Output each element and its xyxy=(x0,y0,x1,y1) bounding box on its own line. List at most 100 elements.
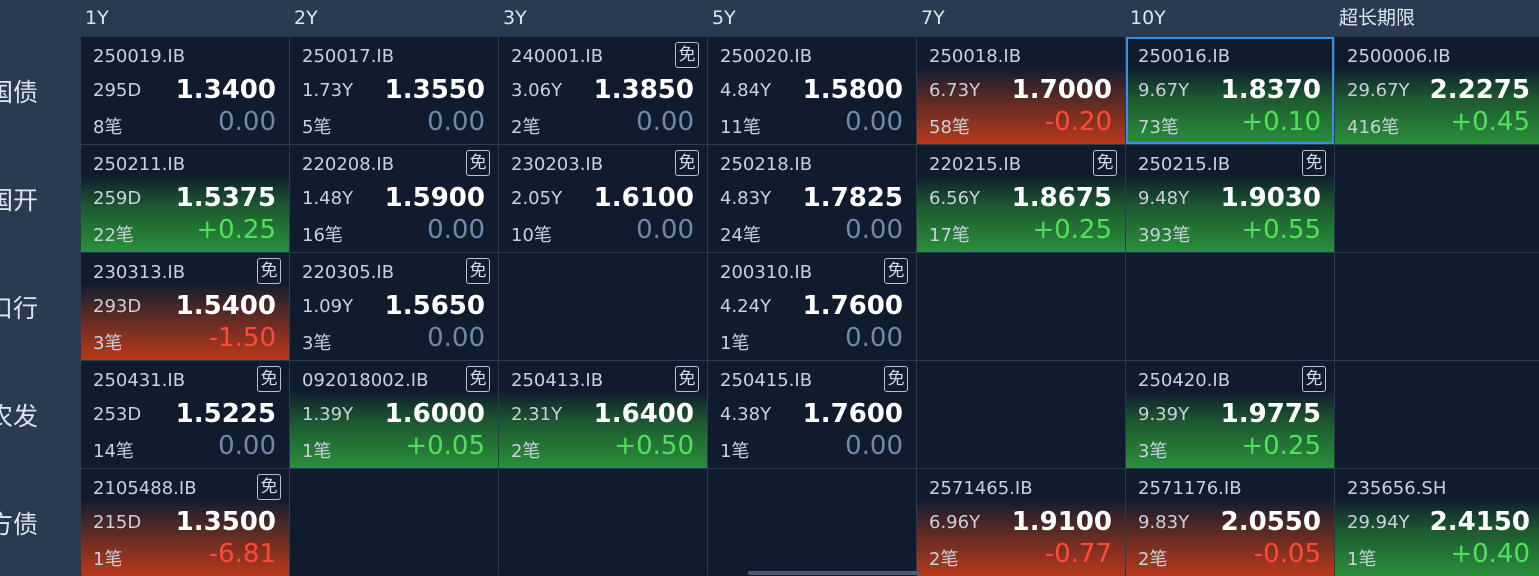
trade-count: 1笔 xyxy=(1347,549,1377,570)
empty-cell xyxy=(499,469,707,576)
bond-code: 200310.IB xyxy=(720,262,813,283)
yield-value: 1.5900 xyxy=(384,183,485,213)
remaining-tenor: 4.84Y xyxy=(720,80,772,101)
remaining-tenor: 9.48Y xyxy=(1138,188,1190,209)
trade-count: 10笔 xyxy=(511,225,552,246)
quote-cell[interactable]: 220215.IB 免 6.56Y 1.8675 17笔 +0.25 xyxy=(917,145,1125,252)
remaining-tenor: 295D xyxy=(93,80,142,101)
remaining-tenor: 9.39Y xyxy=(1138,404,1190,425)
yield-change: +0.45 xyxy=(1450,107,1530,137)
column-header-10Y[interactable]: 10Y xyxy=(1126,0,1334,36)
yield-value: 1.6100 xyxy=(593,183,694,213)
yield-value: 2.2275 xyxy=(1429,75,1530,105)
trade-count: 14笔 xyxy=(93,441,134,462)
quote-cell[interactable]: 220208.IB 免 1.48Y 1.5900 16笔 0.00 xyxy=(290,145,498,252)
column-header-3Y[interactable]: 3Y xyxy=(499,0,707,36)
quote-cell[interactable]: 250215.IB 免 9.48Y 1.9030 393笔 +0.55 xyxy=(1126,145,1334,252)
row-label-text: 方债 xyxy=(0,509,39,539)
quote-cell[interactable]: 230203.IB 免 2.05Y 1.6100 10笔 0.00 xyxy=(499,145,707,252)
yield-change: -6.81 xyxy=(208,539,276,569)
bond-code: 250211.IB xyxy=(93,154,186,175)
quote-cell[interactable]: 250420.IB 免 9.39Y 1.9775 3笔 +0.25 xyxy=(1126,361,1334,468)
row-label[interactable]: 国债 xyxy=(0,37,80,144)
quote-cell[interactable]: 250415.IB 免 4.38Y 1.7600 1笔 0.00 xyxy=(708,361,916,468)
tax-exempt-badge: 免 xyxy=(675,150,699,176)
yield-change: -1.50 xyxy=(208,323,276,353)
row-label[interactable]: 方债 xyxy=(0,469,80,576)
quote-cell[interactable]: 2571176.IB 9.83Y 2.0550 2笔 -0.05 xyxy=(1126,469,1334,576)
quote-cell[interactable]: 250019.IB 295D 1.3400 8笔 0.00 xyxy=(81,37,289,144)
remaining-tenor: 253D xyxy=(93,404,142,425)
trade-count: 2笔 xyxy=(511,441,541,462)
yield-value: 1.9100 xyxy=(1011,507,1112,537)
bond-code: 250415.IB xyxy=(720,370,813,391)
remaining-tenor: 215D xyxy=(93,512,142,533)
quote-cell[interactable]: 2105488.IB 免 215D 1.3500 1笔 -6.81 xyxy=(81,469,289,576)
row-label[interactable]: 国开 xyxy=(0,145,80,252)
quote-cell[interactable]: 092018002.IB 免 1.39Y 1.6000 1笔 +0.05 xyxy=(290,361,498,468)
yield-change: +0.25 xyxy=(1241,431,1321,461)
quote-cell[interactable]: 250016.IB 9.67Y 1.8370 73笔 +0.10 xyxy=(1126,37,1334,144)
quote-cell[interactable]: 240001.IB 免 3.06Y 1.3850 2笔 0.00 xyxy=(499,37,707,144)
column-header-超长期限[interactable]: 超长期限 xyxy=(1335,0,1539,36)
trade-count: 393笔 xyxy=(1138,225,1191,246)
yield-value: 1.6400 xyxy=(593,399,694,429)
quote-cell[interactable]: 250017.IB 1.73Y 1.3550 5笔 0.00 xyxy=(290,37,498,144)
yield-value: 1.7825 xyxy=(802,183,903,213)
quote-cell[interactable]: 235656.SH 29.94Y 2.4150 1笔 +0.40 xyxy=(1335,469,1539,576)
yield-change: 0.00 xyxy=(636,107,694,137)
quote-cell[interactable]: 200310.IB 免 4.24Y 1.7600 1笔 0.00 xyxy=(708,253,916,360)
trade-count: 1笔 xyxy=(720,441,750,462)
horizontal-scrollbar[interactable] xyxy=(748,571,920,575)
remaining-tenor: 4.24Y xyxy=(720,296,772,317)
column-header-2Y[interactable]: 2Y xyxy=(290,0,498,36)
row-label-text: 国债 xyxy=(0,77,39,107)
tax-exempt-badge: 免 xyxy=(257,474,281,500)
empty-cell xyxy=(1335,145,1539,252)
tax-exempt-badge: 免 xyxy=(675,42,699,68)
trade-count: 3笔 xyxy=(302,333,332,354)
remaining-tenor: 293D xyxy=(93,296,142,317)
yield-change: +0.25 xyxy=(196,215,276,245)
yield-value: 1.5375 xyxy=(175,183,276,213)
trade-count: 73笔 xyxy=(1138,117,1179,138)
yield-change: +0.25 xyxy=(1032,215,1112,245)
row-label-text: 口行 xyxy=(0,293,39,323)
empty-cell xyxy=(708,469,916,576)
column-header-7Y[interactable]: 7Y xyxy=(917,0,1125,36)
quote-cell[interactable]: 2571465.IB 6.96Y 1.9100 2笔 -0.77 xyxy=(917,469,1125,576)
trade-count: 17笔 xyxy=(929,225,970,246)
remaining-tenor: 4.38Y xyxy=(720,404,772,425)
quote-cell[interactable]: 250218.IB 4.83Y 1.7825 24笔 0.00 xyxy=(708,145,916,252)
yield-value: 1.3500 xyxy=(175,507,276,537)
bond-code: 250019.IB xyxy=(93,46,186,67)
quote-cell[interactable]: 220305.IB 免 1.09Y 1.5650 3笔 0.00 xyxy=(290,253,498,360)
yield-change: 0.00 xyxy=(845,215,903,245)
tax-exempt-badge: 免 xyxy=(675,366,699,392)
quote-cell[interactable]: 230313.IB 免 293D 1.5400 3笔 -1.50 xyxy=(81,253,289,360)
tax-exempt-badge: 免 xyxy=(257,366,281,392)
quote-cell[interactable]: 250020.IB 4.84Y 1.5800 11笔 0.00 xyxy=(708,37,916,144)
quote-cell[interactable]: 250211.IB 259D 1.5375 22笔 +0.25 xyxy=(81,145,289,252)
row-label[interactable]: 口行 xyxy=(0,253,80,360)
quote-cell[interactable]: 2500006.IB 29.67Y 2.2275 416笔 +0.45 xyxy=(1335,37,1539,144)
yield-value: 1.8370 xyxy=(1220,75,1321,105)
yield-change: +0.55 xyxy=(1241,215,1321,245)
yield-value: 2.4150 xyxy=(1429,507,1530,537)
remaining-tenor: 9.83Y xyxy=(1138,512,1190,533)
bond-code: 250017.IB xyxy=(302,46,395,67)
column-header-5Y[interactable]: 5Y xyxy=(708,0,916,36)
column-header-1Y[interactable]: 1Y xyxy=(81,0,289,36)
empty-cell xyxy=(917,361,1125,468)
bond-code: 2105488.IB xyxy=(93,478,197,499)
quote-cell[interactable]: 250413.IB 免 2.31Y 1.6400 2笔 +0.50 xyxy=(499,361,707,468)
bond-code: 220215.IB xyxy=(929,154,1022,175)
empty-cell xyxy=(499,253,707,360)
tax-exempt-badge: 免 xyxy=(1093,150,1117,176)
quote-cell[interactable]: 250018.IB 6.73Y 1.7000 58笔 -0.20 xyxy=(917,37,1125,144)
bond-code: 235656.SH xyxy=(1347,478,1447,499)
bond-code: 230203.IB xyxy=(511,154,604,175)
row-label[interactable]: 农发 xyxy=(0,361,80,468)
remaining-tenor: 1.48Y xyxy=(302,188,354,209)
quote-cell[interactable]: 250431.IB 免 253D 1.5225 14笔 0.00 xyxy=(81,361,289,468)
